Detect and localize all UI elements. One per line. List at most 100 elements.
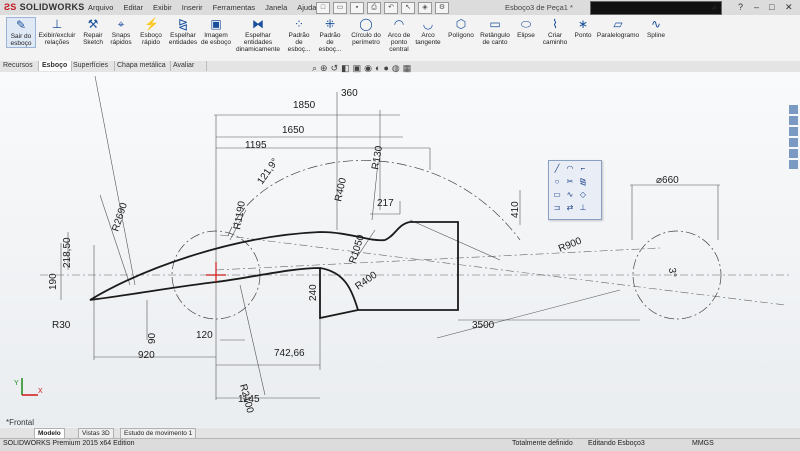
menu-ajuda[interactable]: Ajuda bbox=[297, 3, 316, 12]
view-palette-icon[interactable] bbox=[789, 138, 798, 147]
dynamic-mirror-icon: ⧓ bbox=[252, 17, 264, 31]
dim-1850: 1850 bbox=[293, 100, 316, 111]
tangent-arc-button[interactable]: ◡ Arco tangente bbox=[414, 17, 442, 46]
zoom-area-icon[interactable]: ⊕ bbox=[320, 63, 328, 74]
picture-icon: ▣ bbox=[210, 17, 222, 31]
sketch-pattern-2-button[interactable]: ⁜ Padrão de esboç... bbox=[316, 17, 344, 53]
options-icon[interactable]: ⚙ bbox=[435, 2, 449, 14]
dim-360: 360 bbox=[341, 88, 358, 99]
status-defined: Totalmente definido bbox=[512, 440, 573, 447]
dim-r30: R30 bbox=[52, 320, 71, 331]
perimeter-circle-button[interactable]: ◯ Círculo do perímetro bbox=[349, 17, 383, 46]
spline-tool-icon[interactable]: ∿ bbox=[565, 190, 575, 200]
exit-sketch-button[interactable]: ✎ Sair do esboço bbox=[6, 17, 36, 48]
arc-icon: ◠ bbox=[393, 17, 405, 31]
maximize-icon[interactable]: □ bbox=[769, 2, 774, 12]
dim-1195: 1195 bbox=[245, 140, 267, 151]
appearance-icon[interactable]: ● bbox=[383, 63, 388, 74]
dimension-icon[interactable]: ◇ bbox=[578, 190, 588, 200]
axis-triad: Y X bbox=[14, 378, 43, 396]
sketch-canvas[interactable]: 1850 360 1650 1195 121,9° R130 R1190 R26… bbox=[0, 72, 800, 427]
trim-icon[interactable]: ✂ bbox=[565, 177, 575, 187]
tab-avaliar[interactable]: Avaliar bbox=[170, 61, 207, 71]
svg-text:Y: Y bbox=[14, 380, 19, 387]
rectangle-tool-icon[interactable]: ▭ bbox=[552, 190, 562, 200]
point-button[interactable]: ∗ Ponto bbox=[572, 17, 594, 39]
tab-superficies[interactable]: Superfícies bbox=[70, 61, 115, 71]
minimize-icon[interactable]: – bbox=[754, 2, 759, 12]
hide-show-icon[interactable]: ◐ bbox=[375, 63, 380, 74]
new-icon[interactable]: □ bbox=[316, 2, 330, 14]
print-icon[interactable]: ⎙ bbox=[367, 2, 381, 14]
menu-inserir[interactable]: Inserir bbox=[182, 3, 203, 12]
menu-ferramentas[interactable]: Ferramentas bbox=[213, 3, 256, 12]
previous-view-icon[interactable]: ↺ bbox=[331, 63, 339, 74]
heads-up-toolbar: ⌕ ⊕ ↺ ◧ ▣ ◉ ◐ ● ◍ ▦ bbox=[312, 63, 411, 74]
line-icon[interactable]: ╱ bbox=[552, 164, 562, 174]
bottom-tabs: Modelo Vistas 3D Estudo de movimento 1 bbox=[0, 428, 800, 439]
parallelogram-button[interactable]: ▱ Paralelogramo bbox=[596, 17, 640, 39]
tab-recursos[interactable]: Recursos bbox=[0, 61, 39, 71]
search-icon[interactable]: ⌕ bbox=[712, 2, 717, 13]
appearances-icon[interactable] bbox=[789, 149, 798, 158]
corner-rectangle-button[interactable]: ▭ Retângulo de canto bbox=[478, 17, 512, 46]
resources-icon[interactable] bbox=[789, 105, 798, 114]
status-edition: SOLIDWORKS Premium 2015 x64 Edition bbox=[3, 440, 135, 447]
tangent-arc-icon: ◡ bbox=[422, 17, 434, 31]
spline-button[interactable]: ∿ Spline bbox=[644, 17, 668, 39]
mirror-tool-icon[interactable]: ⧎ bbox=[578, 177, 588, 187]
close-icon[interactable]: ✕ bbox=[785, 2, 793, 13]
offset-icon[interactable]: ⊐ bbox=[552, 203, 562, 213]
centerpoint-arc-button[interactable]: ◠ Arco de ponto central bbox=[384, 17, 414, 53]
app-logo: ƧS SOLIDWORKS bbox=[4, 2, 85, 12]
circle-tool-icon[interactable]: ○ bbox=[552, 177, 562, 187]
repair-sketch-button[interactable]: ⚒ Repair Sketch bbox=[80, 17, 106, 46]
file-explorer-icon[interactable] bbox=[789, 127, 798, 136]
view-orientation-icon[interactable]: ▣ bbox=[353, 63, 362, 74]
path-icon: ⌇ bbox=[552, 17, 558, 31]
spline-icon: ∿ bbox=[650, 17, 662, 31]
help-icon[interactable]: ? bbox=[738, 2, 743, 12]
menu-editar[interactable]: Editar bbox=[123, 3, 143, 12]
dimension-lines bbox=[60, 75, 720, 400]
sketch-pattern-1-button[interactable]: ⁘ Padrão de esboç... bbox=[285, 17, 313, 53]
fillet-icon[interactable]: ⌐ bbox=[578, 164, 588, 174]
polygon-button[interactable]: ⬡ Polígono bbox=[446, 17, 476, 39]
custom-properties-icon[interactable] bbox=[789, 160, 798, 169]
dynamic-mirror-button[interactable]: ⧓ Espelhar entidades dinamicamente bbox=[234, 17, 282, 53]
open-icon[interactable]: ▭ bbox=[333, 2, 347, 14]
save-icon[interactable]: ▪ bbox=[350, 2, 364, 14]
quick-snaps-button[interactable]: ⌖ Snaps rápidos bbox=[107, 17, 135, 46]
graphics-area[interactable]: 1850 360 1650 1195 121,9° R130 R1190 R26… bbox=[0, 72, 800, 427]
mirror-entities-button[interactable]: ⧎ Espelhar entidades bbox=[168, 17, 198, 46]
tab-esboco[interactable]: Esboço bbox=[38, 61, 72, 71]
section-view-icon[interactable]: ◧ bbox=[341, 63, 350, 74]
zoom-fit-icon[interactable]: ⌕ bbox=[312, 63, 317, 74]
design-library-icon[interactable] bbox=[789, 116, 798, 125]
sketch-picture-button[interactable]: ▣ Imagem de esboço bbox=[201, 17, 231, 46]
menu-janela[interactable]: Janela bbox=[265, 3, 287, 12]
view-settings-icon[interactable]: ▦ bbox=[403, 63, 412, 74]
snaps-icon: ⌖ bbox=[117, 17, 125, 31]
menu-arquivo[interactable]: Arquivo bbox=[88, 3, 113, 12]
status-bar: SOLIDWORKS Premium 2015 x64 Edition Tota… bbox=[0, 438, 800, 451]
dim-3deg: 3° bbox=[666, 267, 678, 277]
convert-icon[interactable]: ⇄ bbox=[565, 203, 575, 213]
relation-icon[interactable]: ⊥ bbox=[578, 203, 588, 213]
status-units[interactable]: MMGS bbox=[692, 440, 714, 447]
select-icon[interactable]: ↖ bbox=[401, 2, 415, 14]
display-style-icon[interactable]: ◉ bbox=[364, 63, 372, 74]
rebuild-icon[interactable]: ◈ bbox=[418, 2, 432, 14]
origin-marker bbox=[206, 262, 226, 282]
ellipse-button[interactable]: ⬭ Elipse bbox=[514, 17, 538, 39]
tab-chapa-metalica[interactable]: Chapa metálica bbox=[114, 61, 171, 71]
rapid-sketch-button[interactable]: ⚡ Esboço rápido bbox=[137, 17, 165, 46]
display-relations-button[interactable]: ⊥ Exibir/excluir relações bbox=[38, 17, 76, 46]
search-input[interactable] bbox=[590, 1, 722, 15]
linear-pattern-icon: ⁘ bbox=[293, 17, 305, 31]
arc-tool-icon[interactable]: ◠ bbox=[565, 164, 575, 174]
create-path-button[interactable]: ⌇ Criar caminho bbox=[540, 17, 570, 46]
scene-icon[interactable]: ◍ bbox=[392, 63, 400, 74]
undo-icon[interactable]: ↶ bbox=[384, 2, 398, 14]
menu-exibir[interactable]: Exibir bbox=[153, 3, 172, 12]
